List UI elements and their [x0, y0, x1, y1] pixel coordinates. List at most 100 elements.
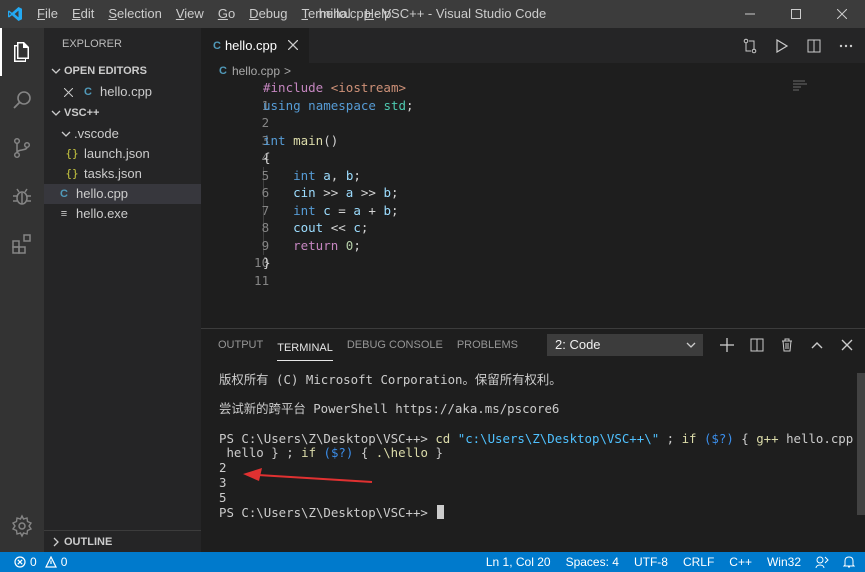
sidebar-title: EXPLORER: [62, 38, 122, 50]
source-control-icon[interactable]: [0, 124, 44, 172]
code-line: 1 #include <iostream>: [201, 79, 801, 113]
cmd-token: cd: [435, 430, 451, 446]
cmd-token: ($?): [703, 430, 734, 446]
folder-header[interactable]: VSC++: [44, 102, 201, 124]
code-text: using namespace std;: [263, 97, 414, 113]
terminal-select[interactable]: 2: Code: [547, 334, 703, 356]
open-editor-item[interactable]: C hello.cpp: [44, 82, 201, 102]
notifications-bell-icon[interactable]: [843, 555, 855, 569]
chevron-down-icon: [58, 129, 74, 139]
tab-output[interactable]: OUTPUT: [218, 329, 263, 361]
status-bar: 0 0 Ln 1, Col 20 Spaces: 4 UTF-8 CRLF C+…: [0, 552, 865, 572]
terminal-select-value: 2: Code: [555, 337, 601, 352]
json-file-icon: {}: [65, 167, 79, 180]
tree-item-hello-exe[interactable]: ≡ hello.exe: [44, 204, 201, 224]
cmd-token: .\hello: [375, 445, 428, 461]
tree-item-label: launch.json: [84, 146, 150, 161]
close-icon: [837, 9, 847, 19]
tab-debug-console[interactable]: DEBUG CONSOLE: [347, 329, 443, 361]
annotation-arrow-icon: [243, 468, 373, 483]
menu-help[interactable]: Help: [358, 0, 399, 28]
platform[interactable]: Win32: [767, 555, 801, 569]
menu-selection[interactable]: Selection: [101, 0, 168, 28]
bottom-panel: OUTPUT TERMINAL DEBUG CONSOLE PROBLEMS 2…: [201, 328, 865, 552]
breadcrumb-separator: >: [284, 64, 292, 78]
tree-item-hello-cpp[interactable]: C hello.cpp: [44, 184, 201, 204]
tab-problems[interactable]: PROBLEMS: [457, 329, 518, 361]
explorer-sidebar: EXPLORER OPEN EDITORS C hello.cpp VSC++ …: [44, 28, 201, 552]
feedback-icon[interactable]: [815, 555, 829, 569]
terminal-line: 尝试新的跨平台 PowerShell https://aka.ms/pscore…: [219, 401, 560, 417]
maximize-panel-icon[interactable]: [805, 333, 829, 357]
maximize-button[interactable]: [773, 0, 819, 28]
vscode-logo-icon: [0, 0, 30, 28]
terminal-command-line: hello } ; if ($?) { .\hello }: [219, 446, 839, 461]
tab-hello-cpp[interactable]: C hello.cpp: [201, 28, 309, 63]
editor-actions: [739, 28, 857, 63]
tree-item-launch-json[interactable]: {} launch.json: [44, 144, 201, 164]
menu-view[interactable]: View: [169, 0, 211, 28]
menu-go[interactable]: Go: [211, 0, 242, 28]
minimize-icon: [745, 13, 755, 15]
code-editor[interactable]: 1 #include <iostream> 2 using namespace …: [201, 79, 865, 327]
panel-tabs: OUTPUT TERMINAL DEBUG CONSOLE PROBLEMS: [201, 329, 525, 361]
tree-item-label: .vscode: [74, 126, 119, 141]
menu-bar: File Edit Selection View Go Debug Termin…: [30, 0, 398, 28]
extensions-icon[interactable]: [0, 220, 44, 268]
cmd-token: }: [435, 445, 443, 461]
code-line: 4 int main(): [201, 132, 801, 166]
close-tab-icon[interactable]: [285, 37, 301, 53]
tree-item-tasks-json[interactable]: {} tasks.json: [44, 164, 201, 184]
close-panel-icon[interactable]: [835, 333, 859, 357]
split-editor-icon[interactable]: [803, 35, 825, 57]
outline-header[interactable]: OUTLINE: [44, 531, 201, 553]
cmd-token: {: [741, 430, 749, 446]
cursor-position[interactable]: Ln 1, Col 20: [486, 555, 551, 569]
more-actions-icon[interactable]: [835, 35, 857, 57]
code-line: 5 {: [201, 149, 801, 183]
code-text: {: [263, 150, 271, 165]
json-file-icon: {}: [65, 147, 79, 160]
breadcrumb-file[interactable]: hello.cpp: [232, 64, 280, 78]
tree-item-label: tasks.json: [84, 166, 142, 181]
tree-item-vscode-folder[interactable]: .vscode: [44, 124, 201, 144]
language-mode[interactable]: C++: [729, 555, 752, 569]
code-line: 9 cout << c;: [201, 219, 801, 253]
menu-edit[interactable]: Edit: [65, 0, 101, 28]
terminal-command-line: PS C:\Users\Z\Desktop\VSC++> cd "c:\User…: [219, 430, 865, 447]
tab-terminal[interactable]: TERMINAL: [277, 335, 333, 361]
indentation[interactable]: Spaces: 4: [566, 555, 619, 569]
minimize-button[interactable]: [727, 0, 773, 28]
run-icon[interactable]: [771, 35, 793, 57]
problems-indicator[interactable]: 0 0: [0, 555, 67, 569]
terminal-scrollbar[interactable]: [857, 373, 865, 515]
code-text: cin >> a >> b;: [293, 185, 399, 200]
encoding[interactable]: UTF-8: [634, 555, 668, 569]
cmd-token: if: [681, 430, 697, 446]
terminal-output[interactable]: 版权所有 (C) Microsoft Corporation。保留所有权利。 尝…: [219, 372, 865, 520]
debug-icon[interactable]: [0, 172, 44, 220]
menu-debug[interactable]: Debug: [242, 0, 294, 28]
split-terminal-icon[interactable]: [745, 333, 769, 357]
chevron-down-icon: [48, 108, 64, 118]
settings-gear-icon[interactable]: [0, 502, 44, 550]
menu-file[interactable]: File: [30, 0, 65, 28]
breadcrumb: C hello.cpp >: [201, 63, 865, 79]
open-editors-header[interactable]: OPEN EDITORS: [44, 60, 201, 82]
menu-terminal[interactable]: Terminal: [294, 0, 357, 28]
trash-icon[interactable]: [775, 333, 799, 357]
new-terminal-icon[interactable]: [715, 333, 739, 357]
file-lines-icon: ≡: [60, 208, 68, 220]
end-of-line[interactable]: CRLF: [683, 555, 714, 569]
explorer-icon[interactable]: [0, 28, 44, 76]
close-editor-icon[interactable]: [64, 87, 76, 97]
compare-changes-icon[interactable]: [739, 35, 761, 57]
outline-section[interactable]: OUTLINE: [44, 530, 201, 552]
cmd-token: {: [360, 445, 369, 461]
cmd-token: ;: [286, 445, 294, 461]
search-icon[interactable]: [0, 76, 44, 124]
close-window-button[interactable]: [819, 0, 865, 28]
tab-label: hello.cpp: [224, 38, 277, 53]
